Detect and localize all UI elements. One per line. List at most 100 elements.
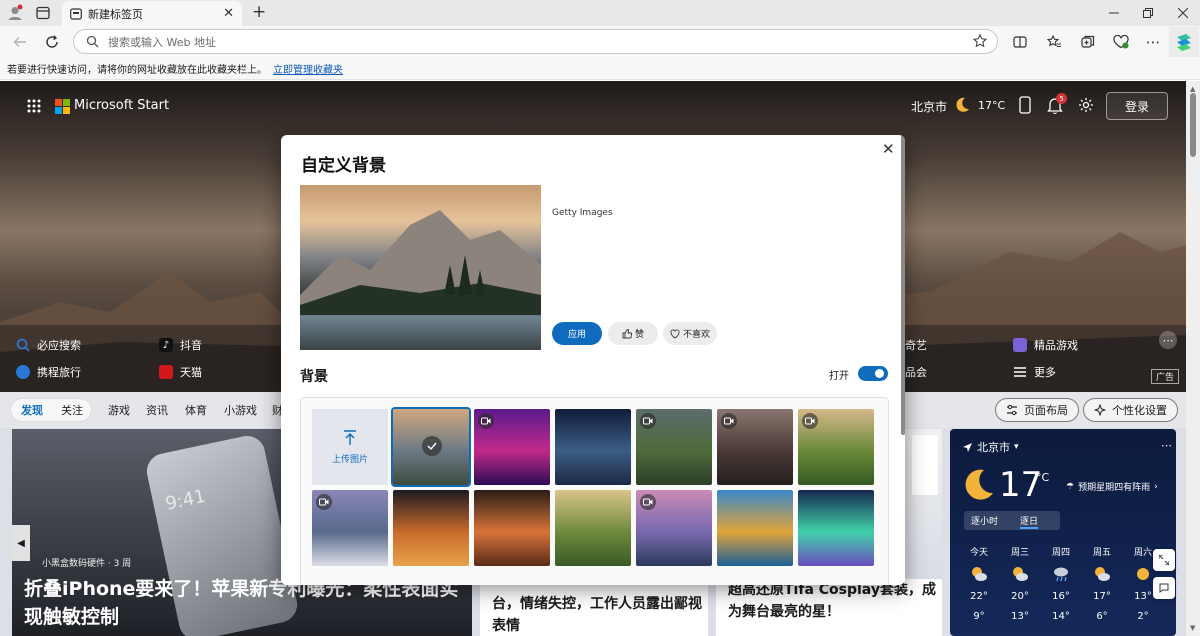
profile-icon[interactable] <box>6 4 24 22</box>
thumbnail-lone-tree[interactable] <box>717 490 793 566</box>
tab-title: 新建标签页 <box>88 7 143 21</box>
quicklink-more[interactable]: 更多 <box>1013 364 1056 380</box>
quicklink-bing[interactable]: 必应搜索 <box>16 337 81 353</box>
upload-arrow-icon <box>343 429 357 446</box>
tab-sports[interactable]: 体育 <box>185 402 207 418</box>
page-scrollbar[interactable]: ▲ ▼ <box>1186 81 1200 636</box>
forecast-low: 6° <box>1096 611 1108 622</box>
thumbnail-desert-dunes[interactable] <box>393 490 469 566</box>
settings-gear-icon[interactable] <box>1078 97 1094 113</box>
split-screen-icon[interactable] <box>1009 31 1031 53</box>
scroll-down-icon[interactable]: ▼ <box>1190 624 1195 632</box>
apps-grid-icon[interactable] <box>27 99 41 113</box>
copilot-icon[interactable] <box>1169 27 1199 57</box>
favorites-icon[interactable] <box>1043 31 1065 53</box>
quicklinks-more-options-icon[interactable]: ⋯ <box>1159 331 1177 349</box>
thumbnail-pier-sunset[interactable] <box>636 490 712 566</box>
forecast-low: 13° <box>1011 611 1029 622</box>
expand-icon[interactable] <box>1153 549 1175 571</box>
page-layout-button[interactable]: 页面布局 <box>995 398 1079 422</box>
forecast-note[interactable]: ☂ 预期星期四有阵雨 › <box>1066 480 1158 494</box>
scroll-up-icon[interactable]: ▲ <box>1190 85 1195 93</box>
close-window-icon[interactable] <box>1166 0 1200 26</box>
thumbnail-starry-mountain[interactable] <box>555 409 631 485</box>
mid-news-title[interactable]: 台，情绪失控，工作人员露出鄙视表情 <box>492 593 702 636</box>
manage-favorites-link[interactable]: 立即管理收藏夹 <box>273 61 343 76</box>
forecast-high: 17° <box>1093 591 1111 602</box>
feedback-icon[interactable] <box>1153 577 1175 599</box>
toggle-knob <box>875 369 884 378</box>
customize-background-dialog: 自定义背景 ✕ Getty Images 应用 赞 不喜欢 背景 打开 上传图片 <box>281 135 905 585</box>
header-temp: 17°C <box>978 99 1006 112</box>
scroll-thumb[interactable] <box>1190 93 1196 157</box>
close-tab-icon[interactable]: ✕ <box>223 6 234 21</box>
video-badge-icon <box>640 494 656 510</box>
address-placeholder: 搜索或输入 Web 地址 <box>108 35 216 49</box>
dislike-button[interactable]: 不喜欢 <box>663 322 717 345</box>
notification-badge: 5 <box>1056 93 1067 104</box>
background-toggle[interactable] <box>858 366 888 381</box>
thumbnail-terraced-field[interactable] <box>798 409 874 485</box>
like-button[interactable]: 赞 <box>608 322 658 345</box>
refresh-icon[interactable] <box>41 31 63 53</box>
photo-credit: Getty Images <box>552 208 613 218</box>
thumbnail-purple-pattern[interactable] <box>474 409 550 485</box>
tab-games[interactable]: 游戏 <box>108 402 130 418</box>
apply-button[interactable]: 应用 <box>552 322 602 345</box>
thumbnail-foggy-peaks[interactable] <box>717 409 793 485</box>
address-bar[interactable]: 搜索或输入 Web 地址 <box>73 29 998 54</box>
right-news-title[interactable]: 超高还原Tifa Cosplay套装，成为舞台最亮的星！ <box>728 579 938 623</box>
favbar-message: 若要进行快速访问，请将你的网址收藏放在此收藏夹栏上。 <box>7 65 267 76</box>
weather-location[interactable]: 北京市 ▾ <box>963 439 1019 455</box>
sun-cloud-icon <box>964 565 994 583</box>
tab-discover[interactable]: 发现 <box>21 402 43 418</box>
prev-arrow-icon[interactable]: ◀ <box>12 525 30 561</box>
thumbnail-green-cliff[interactable] <box>636 409 712 485</box>
thumbnail-mountain-lake[interactable] <box>391 407 471 487</box>
dialog-scrollbar[interactable] <box>901 135 905 435</box>
upload-image-button[interactable]: 上传图片 <box>312 409 388 485</box>
close-dialog-icon[interactable]: ✕ <box>882 140 895 158</box>
background-section-title: 背景 <box>300 369 328 385</box>
back-icon[interactable] <box>9 31 31 53</box>
more-options-icon[interactable]: ⋯ <box>1142 31 1164 53</box>
minimize-icon[interactable] <box>1097 0 1131 26</box>
personalize-button[interactable]: 个性化设置 <box>1083 398 1178 422</box>
tab-daily[interactable]: 逐日 <box>1020 514 1039 529</box>
browser-essentials-icon[interactable] <box>1110 31 1132 53</box>
rain-umbrella-icon: ☂ <box>1066 481 1075 492</box>
tab-new-tab[interactable]: 新建标签页 ✕ <box>62 1 242 26</box>
video-badge-icon <box>721 413 737 429</box>
thumbnail-green-hills[interactable] <box>555 490 631 566</box>
weather-card[interactable]: 北京市 ▾ ⋯ 17 °C ☂ 预期星期四有阵雨 › 逐小时 逐日 今天 22° 9… <box>950 429 1176 636</box>
ad-label: 广告 <box>1151 369 1180 384</box>
search-icon <box>86 35 99 48</box>
favorite-star-icon[interactable] <box>973 34 987 48</box>
restore-icon[interactable] <box>1131 0 1165 26</box>
quicklink-ctrip[interactable]: 携程旅行 <box>16 364 81 380</box>
phone-icon[interactable] <box>1019 96 1031 114</box>
header-city[interactable]: 北京市 <box>911 98 947 115</box>
quicklink-tmall[interactable]: 天猫 <box>159 364 202 380</box>
weather-unit: °C <box>1036 471 1050 484</box>
quicklink-games[interactable]: 精品游戏 <box>1013 337 1078 353</box>
new-tab-button[interactable]: + <box>252 2 266 22</box>
forecast-day: 周五 <box>1092 548 1111 558</box>
weather-more-icon[interactable]: ⋯ <box>1161 439 1172 452</box>
tab-hourly[interactable]: 逐小时 <box>971 514 998 527</box>
login-button[interactable]: 登录 <box>1106 92 1168 120</box>
thumbnail-dusk-coast[interactable] <box>312 490 388 566</box>
tab-minigames[interactable]: 小游戏 <box>224 402 257 418</box>
quicklink-iqiyi[interactable]: 奇艺 <box>905 337 927 353</box>
tab-actions-icon[interactable] <box>36 6 50 20</box>
thumbnail-sea-arch[interactable] <box>474 490 550 566</box>
brand-name[interactable]: Microsoft Start <box>74 98 169 113</box>
tab-following[interactable]: 关注 <box>61 402 83 418</box>
tab-news[interactable]: 资讯 <box>146 402 168 418</box>
sun-cloud-icon <box>1087 565 1117 583</box>
quicklink-douyin[interactable]: ♪ 抖音 <box>159 337 202 353</box>
thumbnail-aurora[interactable] <box>798 490 874 566</box>
quicklink-vip[interactable]: 品会 <box>905 364 927 380</box>
collections-icon[interactable] <box>1077 31 1099 53</box>
forecast-high: 22° <box>970 591 988 602</box>
